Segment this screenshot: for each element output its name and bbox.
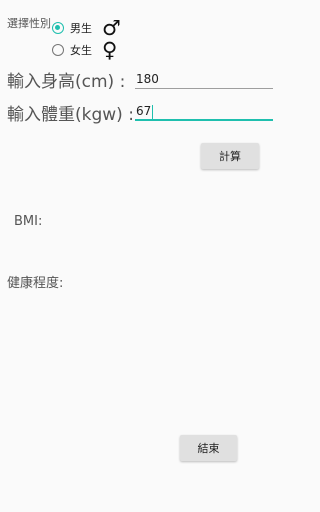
weight-value: 67 (136, 104, 152, 118)
health-level-label: 健康程度: (7, 276, 64, 291)
exit-button[interactable]: 結束 (180, 435, 237, 461)
male-symbol-icon: ♂ (102, 16, 121, 40)
female-radio-option[interactable]: 女生 ♀ (52, 38, 118, 62)
bmi-label: BMI: (14, 214, 43, 229)
text-cursor (152, 104, 154, 119)
gender-label: 選擇性別 (7, 17, 51, 30)
calculate-button[interactable]: 計算 (201, 143, 259, 169)
female-radio-button[interactable] (52, 44, 64, 56)
male-radio-button[interactable] (52, 22, 64, 34)
weight-input[interactable]: 67 (135, 101, 273, 121)
male-radio-option[interactable]: 男生 ♂ (52, 16, 121, 40)
height-input[interactable]: 180 (135, 69, 273, 89)
weight-label: 輸入體重(kgw) : (7, 105, 134, 125)
female-symbol-icon: ♀ (102, 38, 118, 62)
height-value: 180 (136, 72, 159, 86)
height-label: 輸入身高(cm) : (7, 72, 126, 92)
male-label: 男生 (70, 22, 92, 35)
female-label: 女生 (70, 44, 92, 57)
